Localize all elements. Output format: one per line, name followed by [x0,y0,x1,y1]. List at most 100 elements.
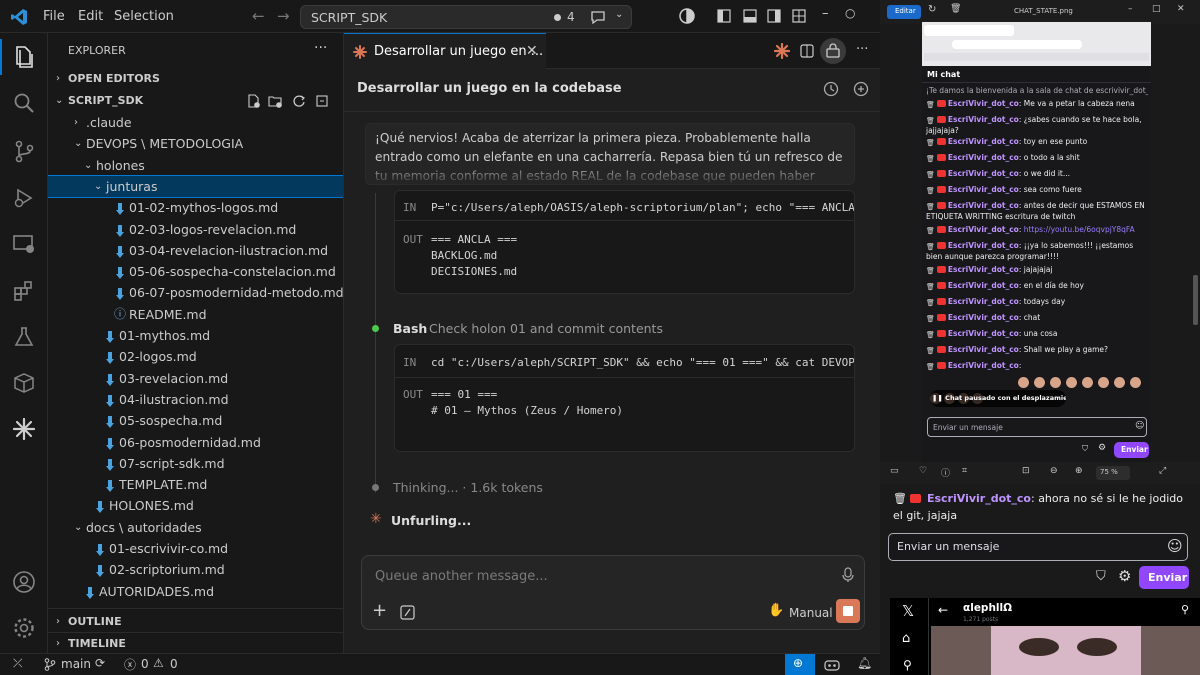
slideshow-icon[interactable]: ▭ [890,466,899,476]
tree-file[interactable]: 02-logos.md [48,346,343,367]
delete-icon[interactable]: 🗑︎ [926,202,935,211]
tree-file[interactable]: ⓘ README.md [48,304,343,325]
copilot-status-icon[interactable] [824,658,840,671]
settings-gear-icon[interactable]: ⚙ [1118,567,1131,585]
microphone-icon[interactable] [842,567,854,583]
tree-file[interactable]: 01-02-mythos-logos.md [48,197,343,218]
collapse-all-icon[interactable] [315,94,329,108]
chat-username[interactable]: EscriVivir_dot_co [948,265,1019,274]
thinking-indicator[interactable]: Thinking... · 1.6k tokens [393,480,543,495]
search-icon[interactable]: ⚲ [1181,603,1189,616]
delete-icon[interactable]: 🗑︎ [926,362,935,371]
delete-icon[interactable]: 🗑︎ [926,186,935,195]
edit-button[interactable]: Editar [887,5,921,19]
chat-username[interactable]: EscriVivir_dot_co [927,492,1031,505]
git-branch[interactable]: main [61,657,91,671]
delete-icon[interactable]: 🗑︎ [926,282,935,291]
toggle-primary-sidebar-icon[interactable] [717,9,731,23]
tree-file[interactable]: 06-07-posmodernidad-metodo.md [48,282,343,303]
toggle-secondary-sidebar-icon[interactable] [767,9,781,23]
chat-username[interactable]: EscriVivir_dot_co [948,185,1019,194]
minimize-icon[interactable]: – [822,6,829,21]
menu-edit[interactable]: Edit [78,9,103,24]
delete-icon[interactable]: 🗑︎ [950,4,961,14]
delete-icon[interactable]: 🗑︎ [926,138,935,147]
delete-icon[interactable]: 🗑︎ [926,242,935,251]
home-icon[interactable]: ⌂ [902,631,910,646]
history-clock-icon[interactable] [823,81,839,97]
tree-file[interactable]: 07-script-sdk.md [48,453,343,474]
close-icon[interactable]: ✕ [526,43,538,59]
slash-command-icon[interactable] [400,605,415,620]
search-icon[interactable] [12,91,36,115]
delete-icon[interactable]: 🗑︎ [926,154,935,163]
remote-explorer-icon[interactable] [12,232,36,256]
maximize-icon[interactable]: ○ [845,6,855,20]
split-editor-icon[interactable] [800,44,814,58]
x-logo-icon[interactable]: 𝕏 [902,602,914,620]
root-folder[interactable]: ⌄ SCRIPT_SDK [48,90,343,111]
containers-icon[interactable] [12,371,36,395]
delete-icon[interactable]: 🗑︎ [926,170,935,179]
heart-icon[interactable]: ♡ [919,466,927,476]
chat-input-small[interactable]: Enviar un mensaje ☺ [927,417,1147,437]
run-debug-icon[interactable] [12,186,36,210]
tree-file[interactable]: 05-06-sospecha-constelacion.md [48,261,343,282]
shield-icon[interactable]: ⛉ [1082,444,1088,454]
timeline-section[interactable]: › TIMELINE [48,633,343,653]
tree-folder[interactable]: ⌄ DEVOPS \ METODOLOGIA [48,133,343,154]
lock-button[interactable] [820,38,846,64]
add-attachment-icon[interactable]: + [372,600,387,621]
settings-gear-icon[interactable] [12,616,36,640]
chat-username[interactable]: EscriVivir_dot_co [948,313,1019,322]
zoom-level[interactable]: 75 % [1096,466,1130,480]
info-icon[interactable]: ⓘ [941,466,950,479]
open-editors-section[interactable]: › OPEN EDITORS [48,68,343,89]
tree-file[interactable]: 03-04-revelacion-ilustracion.md [48,240,343,261]
outline-section[interactable]: › OUTLINE [48,611,343,632]
tab-active[interactable]: Desarrollar un juego en ... ✕ [344,33,546,69]
mode-selector[interactable]: Manual [789,606,833,620]
tree-folder[interactable]: ⌄ junturas [48,174,343,198]
chat-paused-banner[interactable]: ❚❚ Chat pausado con el desplazamiento [930,390,1066,407]
refresh-icon[interactable] [292,94,306,108]
chat-username[interactable]: EscriVivir_dot_co [948,153,1019,162]
chat-input-large[interactable]: Enviar un mensaje ☺ [888,533,1188,561]
chat-username[interactable]: EscriVivir_dot_co [948,169,1019,178]
shield-icon[interactable]: ⛉ [1096,569,1106,584]
fullscreen-icon[interactable]: ⤢ [1159,466,1166,476]
stop-button[interactable] [836,599,860,623]
tree-file[interactable]: 02-scriptorium.md [48,559,343,580]
chat-username[interactable]: EscriVivir_dot_co [948,361,1019,370]
tree-file[interactable]: AUTORIDADES.md [48,581,343,602]
close-icon[interactable]: ✕ [1177,4,1185,14]
toggle-panel-icon[interactable] [743,9,757,23]
account-icon[interactable] [12,570,36,594]
chat-username[interactable]: EscriVivir_dot_co [948,115,1019,124]
command-center[interactable]: SCRIPT_SDK 4 ⌄ [300,5,632,29]
tree-file[interactable]: 01-escrivivir-co.md [48,538,343,559]
chat-username[interactable]: EscriVivir_dot_co [948,281,1019,290]
new-folder-icon[interactable] [268,94,282,108]
warning-count[interactable]: 0 [170,657,178,671]
scrollbar-thumb[interactable] [1193,275,1198,325]
settings-gear-icon[interactable]: ⚙ [1098,443,1106,453]
new-chat-icon[interactable] [853,81,869,97]
testing-flask-icon[interactable] [12,325,36,349]
extensions-icon[interactable] [12,279,36,303]
forward-arrow-icon[interactable]: → [277,7,290,25]
chat-message-text[interactable]: https://youtu.be/6oqvpjY8qFA [1024,225,1135,234]
fit-icon[interactable]: ⊡ [1022,466,1030,476]
claude-spark-icon[interactable] [774,43,790,59]
delete-icon[interactable]: 🗑︎ [926,226,935,235]
claude-spark-icon[interactable] [12,417,36,441]
tree-file[interactable]: 04-ilustracion.md [48,389,343,410]
search-icon[interactable]: ⚲ [903,658,912,672]
chat-username[interactable]: EscriVivir_dot_co [948,329,1019,338]
delete-icon[interactable]: 🗑︎ [893,492,907,505]
send-button-large[interactable]: Enviar [1139,566,1189,589]
rotate-icon[interactable]: ↻ [928,4,936,15]
copilot-icon[interactable] [679,8,695,24]
new-file-icon[interactable] [246,94,260,108]
zoom-button[interactable]: ⊕ [785,654,815,675]
